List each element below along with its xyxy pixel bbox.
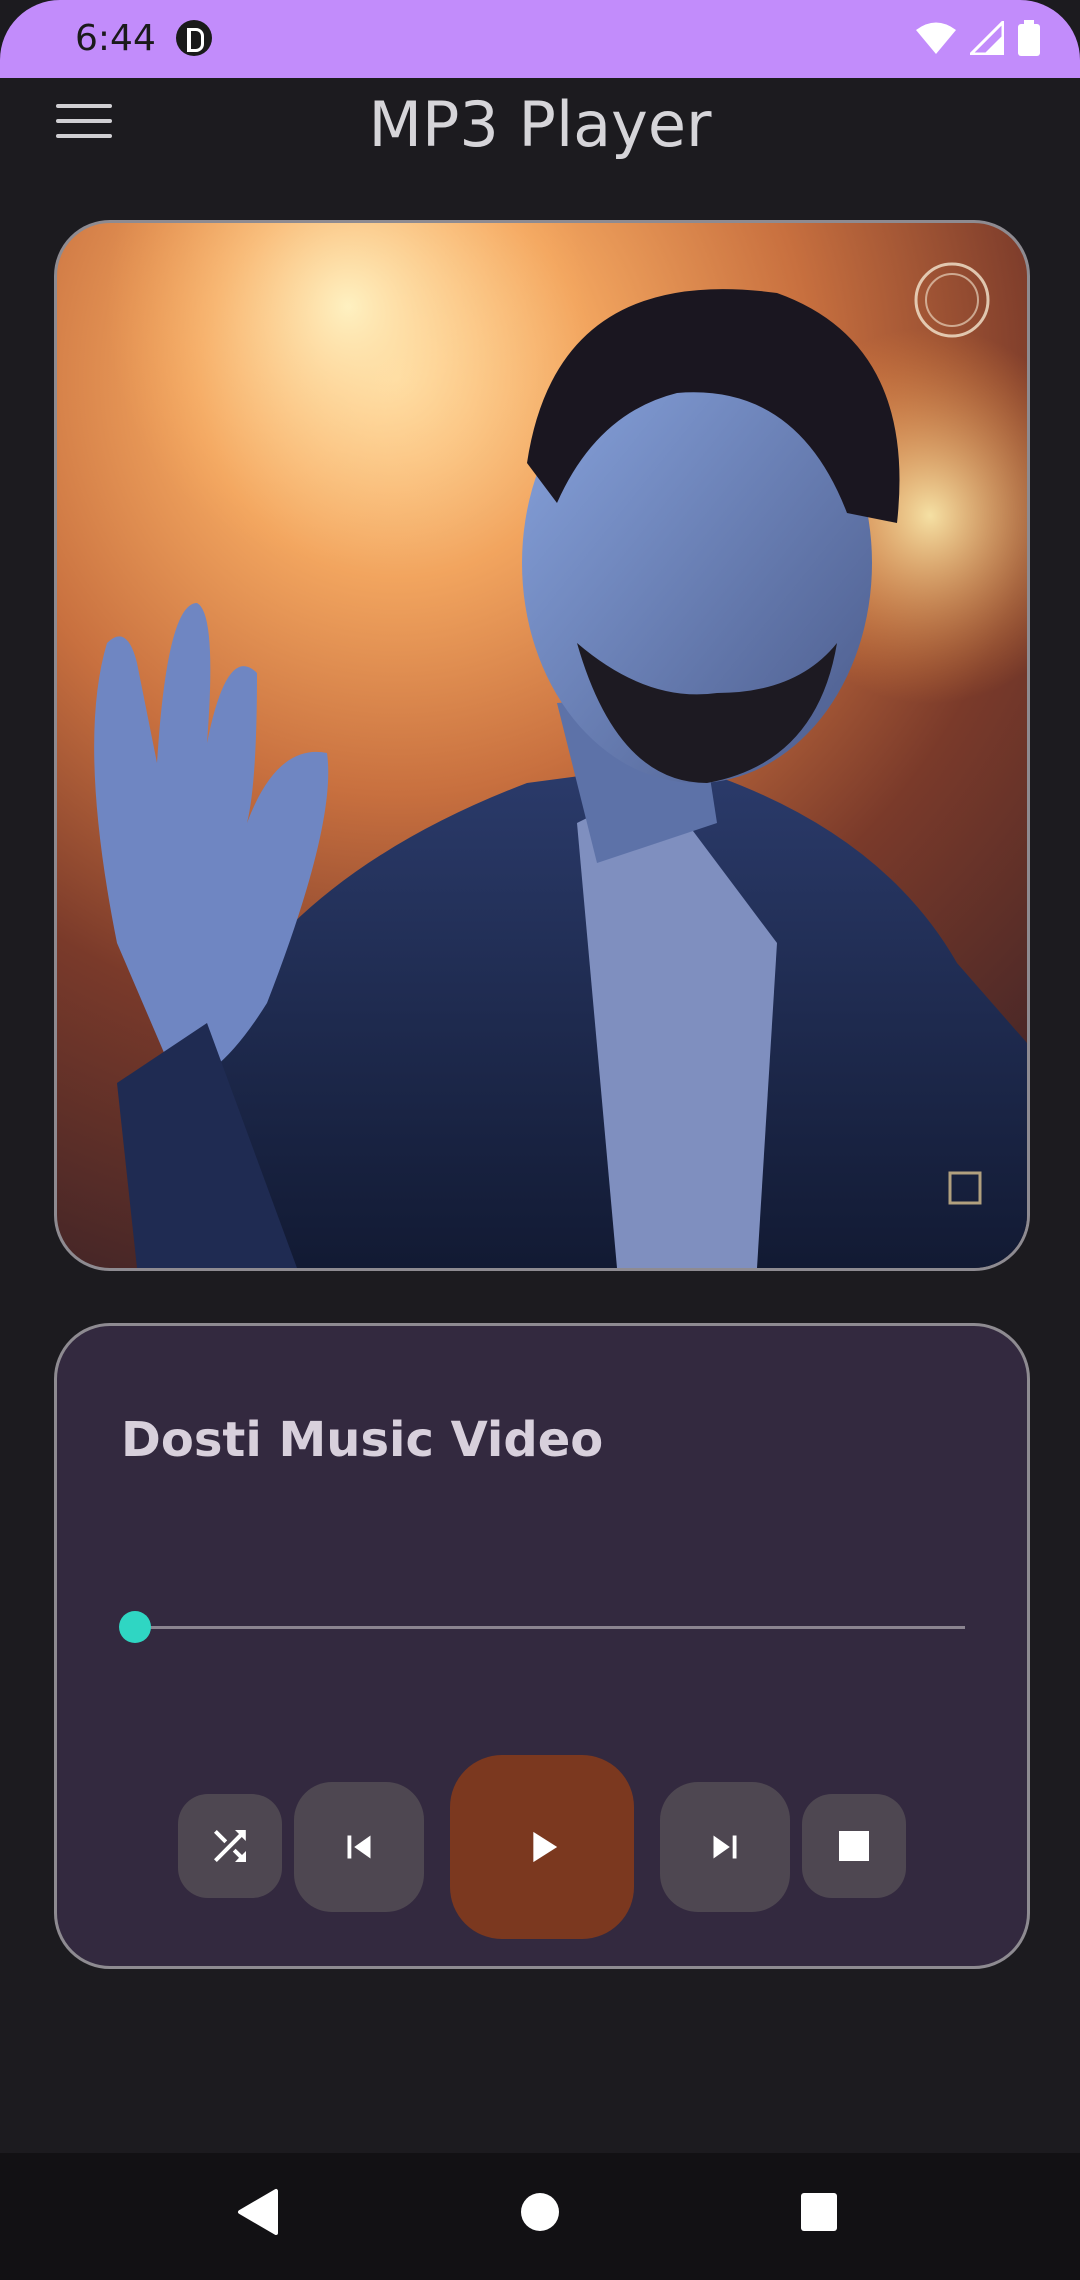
playback-controls [57, 1746, 1027, 1939]
status-icons [916, 20, 1040, 56]
play-icon [533, 1831, 558, 1863]
skip-next-icon [713, 1835, 737, 1859]
system-nav-bar [0, 2153, 1080, 2280]
stop-icon [839, 1831, 869, 1861]
status-bar: 6:44 [0, 0, 1080, 78]
seek-thumb[interactable] [119, 1611, 151, 1643]
stop-button[interactable] [802, 1794, 906, 1898]
app-notification-icon [176, 20, 212, 56]
song-title: Dosti Music Video [121, 1412, 604, 1468]
app-bar: MP3 Player [0, 78, 1080, 178]
wifi-icon [916, 22, 956, 54]
home-icon[interactable] [520, 2187, 560, 2237]
shuffle-button[interactable] [178, 1794, 282, 1898]
next-button[interactable] [660, 1782, 790, 1912]
back-icon[interactable] [236, 2187, 280, 2237]
play-button[interactable] [450, 1755, 634, 1939]
page-title: MP3 Player [368, 88, 712, 161]
album-art-image [57, 223, 1027, 1268]
shuffle-icon [214, 1830, 246, 1862]
recents-icon[interactable] [797, 2187, 841, 2237]
player-card: Dosti Music Video [54, 1323, 1030, 1969]
seek-bar[interactable] [119, 1611, 965, 1643]
battery-icon [1018, 20, 1040, 56]
signal-icon [970, 21, 1004, 55]
album-art [54, 220, 1030, 1271]
skip-previous-icon [347, 1835, 371, 1859]
previous-button[interactable] [294, 1782, 424, 1912]
status-time: 6:44 [75, 18, 156, 59]
